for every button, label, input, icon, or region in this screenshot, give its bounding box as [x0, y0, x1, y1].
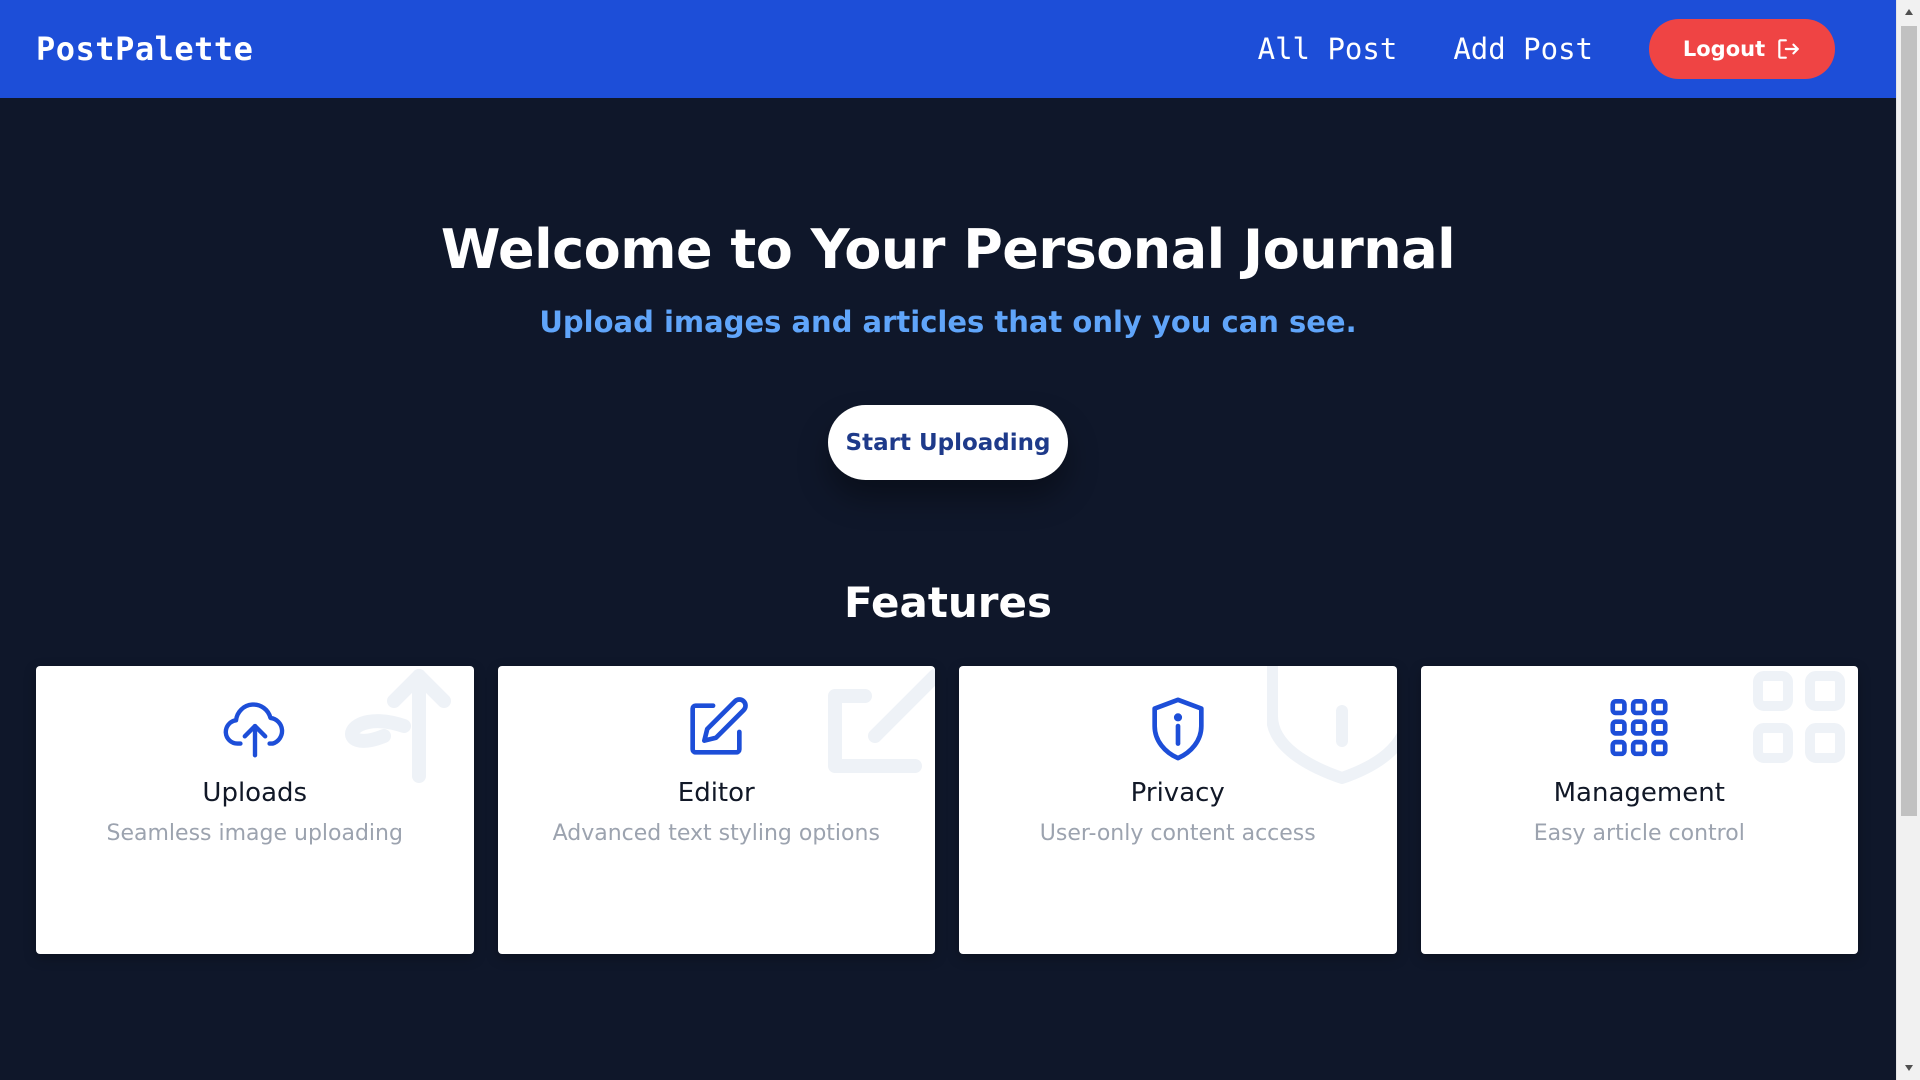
- features-heading: Features: [844, 578, 1052, 627]
- hero-title: Welcome to Your Personal Journal: [440, 218, 1456, 281]
- nav-link-add-post[interactable]: Add Post: [1453, 32, 1593, 66]
- grid-watermark-icon: [1753, 671, 1845, 763]
- scrollbar-thumb[interactable]: [1901, 26, 1917, 816]
- grid-icon: [1610, 698, 1668, 757]
- edit-watermark-icon: [828, 669, 935, 773]
- feature-card-privacy: Privacy User-only content access: [959, 666, 1397, 954]
- logout-button[interactable]: Logout: [1649, 19, 1835, 79]
- feature-card-management: Management Easy article control: [1420, 666, 1858, 954]
- feature-description: Easy article control: [1533, 821, 1745, 846]
- shield-info-icon: [1152, 697, 1204, 761]
- feature-title: Management: [1553, 778, 1725, 808]
- brand-logo[interactable]: PostPalette: [36, 30, 253, 68]
- feature-description: Advanced text styling options: [552, 821, 880, 846]
- scroll-up-arrow-icon[interactable]: [1897, 0, 1920, 24]
- feature-description: Seamless image uploading: [106, 821, 403, 846]
- nav-link-all-post[interactable]: All Post: [1258, 32, 1398, 66]
- logout-icon: [1778, 39, 1799, 59]
- app-viewport: PostPalette All Post Add Post Logout Wel…: [0, 0, 1896, 1080]
- shield-watermark-icon: [1266, 666, 1397, 784]
- feature-title: Editor: [677, 778, 755, 808]
- feature-description: User-only content access: [1039, 821, 1316, 846]
- cloud-upload-watermark-icon: [344, 669, 451, 783]
- feature-card-uploads: Uploads Seamless image uploading: [36, 666, 474, 954]
- cloud-upload-icon: [223, 702, 284, 758]
- start-uploading-button[interactable]: Start Uploading: [828, 405, 1068, 480]
- logout-label: Logout: [1682, 37, 1766, 61]
- features-grid: Uploads Seamless image uploading Editor …: [36, 666, 1858, 954]
- hero-subtitle: Upload images and articles that only you…: [539, 305, 1357, 339]
- feature-card-editor: Editor Advanced text styling options: [497, 666, 935, 954]
- navbar: PostPalette All Post Add Post Logout: [0, 0, 1896, 98]
- nav-links: All Post Add Post Logout: [1258, 0, 1860, 98]
- vertical-scrollbar[interactable]: [1896, 0, 1920, 1080]
- feature-title: Privacy: [1130, 778, 1225, 808]
- scroll-down-arrow-icon[interactable]: [1897, 1056, 1920, 1080]
- feature-title: Uploads: [202, 778, 308, 808]
- edit-icon: [690, 697, 749, 755]
